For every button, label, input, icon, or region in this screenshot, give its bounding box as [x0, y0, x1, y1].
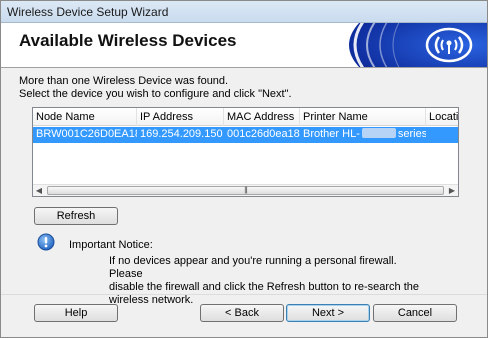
table-row[interactable]: BRW001C26D0EA18 169.254.209.150 001c26d0… [33, 127, 458, 143]
list-header: Node Name IP Address MAC Address Printer… [33, 108, 458, 126]
redacted-model [361, 128, 396, 138]
cell-node-name: BRW001C26D0EA18 [36, 128, 137, 140]
notice-line-2: disable the firewall and click the Refre… [109, 281, 419, 293]
scrollbar-thumb[interactable]: ||| [47, 186, 444, 195]
wizard-window: Wireless Device Setup Wizard Available W… [0, 0, 488, 338]
scroll-right-icon[interactable]: ▶ [446, 185, 458, 196]
column-printer-name[interactable]: Printer Name [300, 108, 426, 126]
cell-printer-name: Brother HL-series [300, 128, 426, 140]
notice-title: Important Notice: [69, 239, 153, 251]
column-mac-address[interactable]: MAC Address [224, 108, 300, 126]
cell-ip-address: 169.254.209.150 [140, 128, 223, 140]
column-location[interactable]: Location [426, 108, 458, 126]
refresh-button[interactable]: Refresh [34, 207, 118, 225]
printer-name-prefix: Brother HL- [303, 128, 360, 140]
back-button[interactable]: < Back [200, 304, 284, 322]
notice-line-1: If no devices appear and you're running … [109, 255, 397, 280]
column-node-name[interactable]: Node Name [33, 108, 137, 126]
scroll-left-icon[interactable]: ◀ [33, 185, 45, 196]
info-icon [37, 233, 55, 251]
intro-line-2: Select the device you wish to configure … [19, 88, 292, 100]
footer-divider [1, 294, 487, 295]
intro-line-1: More than one Wireless Device was found. [19, 75, 229, 87]
intro-text: More than one Wireless Device was found.… [19, 75, 292, 101]
help-button[interactable]: Help [34, 304, 118, 322]
cancel-button[interactable]: Cancel [373, 304, 457, 322]
wireless-logo-icon [349, 23, 487, 67]
header-divider [1, 67, 487, 68]
window-title: Wireless Device Setup Wizard [7, 5, 169, 19]
cell-mac-address: 001c26d0ea18 [227, 128, 300, 140]
device-list[interactable]: Node Name IP Address MAC Address Printer… [32, 107, 459, 197]
notice-text: If no devices appear and you're running … [109, 255, 429, 307]
wizard-header: Available Wireless Devices [1, 23, 487, 67]
page-title: Available Wireless Devices [19, 31, 237, 50]
grip-icon: ||| [244, 187, 248, 194]
column-ip-address[interactable]: IP Address [137, 108, 224, 126]
printer-name-suffix: series [397, 128, 426, 140]
next-button[interactable]: Next > [286, 304, 370, 322]
horizontal-scrollbar[interactable]: ◀ ||| ▶ [33, 184, 458, 196]
title-bar[interactable]: Wireless Device Setup Wizard [1, 1, 487, 23]
